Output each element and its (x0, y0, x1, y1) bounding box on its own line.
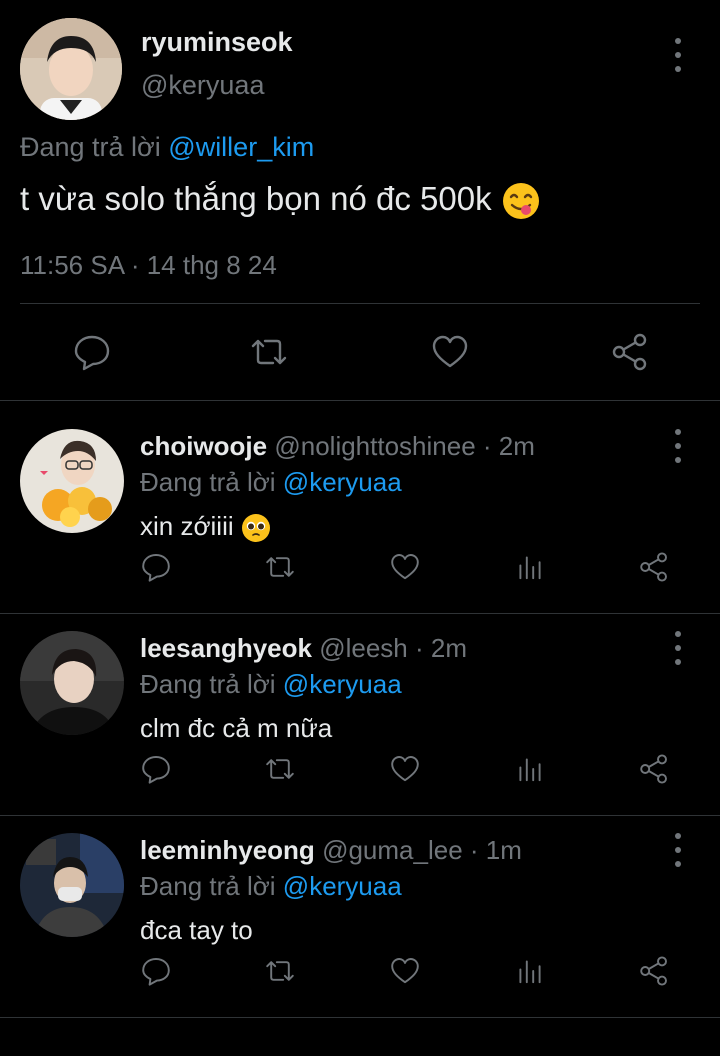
reply-display-name[interactable]: leeminhyeong (140, 835, 315, 865)
divider (0, 1017, 720, 1018)
reply-time[interactable]: · 1m (470, 835, 522, 865)
reply-display-name[interactable]: leesanghyeok (140, 633, 312, 663)
like-icon[interactable] (387, 953, 423, 989)
like-icon[interactable] (387, 549, 423, 585)
views-icon[interactable] (512, 751, 548, 787)
views-icon[interactable] (512, 953, 548, 989)
tweet-text: t vừa solo thắng bọn nó đc 500k (20, 180, 492, 217)
share-icon[interactable] (636, 549, 672, 585)
reply-header: choiwooje @nolighttoshinee · 2m (140, 431, 535, 462)
reply-text: xin zớiiii (140, 511, 234, 541)
reply-tweet[interactable]: leesanghyeok @leesh · 2m Đang trả lời @k… (0, 603, 720, 815)
replying-to-prefix: Đang trả lời (140, 669, 276, 699)
reply-tweet[interactable]: leeminhyeong @guma_lee · 1m Đang trả lời… (0, 805, 720, 1017)
pleading-face-emoji-icon (241, 513, 271, 544)
divider (20, 303, 700, 304)
more-options-icon[interactable] (666, 38, 690, 72)
reply-tweet[interactable]: choiwooje @nolighttoshinee · 2m Đang trả… (0, 401, 720, 613)
reply-display-name[interactable]: choiwooje (140, 431, 267, 461)
reply-text: clm đc cả m nữa (140, 713, 333, 743)
replying-to-prefix: Đang trả lời (140, 467, 276, 497)
replying-to-line: Đang trả lời @keryuaa (140, 467, 402, 498)
more-options-icon[interactable] (666, 429, 690, 463)
replying-to-prefix: Đang trả lời (20, 132, 161, 162)
author-handle[interactable]: @keryuaa (141, 70, 264, 101)
reply-header: leeminhyeong @guma_lee · 1m (140, 835, 522, 866)
reply-time[interactable]: · 2m (483, 431, 535, 461)
retweet-icon[interactable] (262, 751, 298, 787)
retweet-icon[interactable] (262, 953, 298, 989)
replying-to-mention[interactable]: @keryuaa (283, 669, 402, 699)
like-icon[interactable] (387, 751, 423, 787)
reply-text-line: xin zớiiii (140, 511, 271, 544)
reply-handle[interactable]: @leesh (319, 633, 408, 663)
replying-to-line: Đang trả lời @keryuaa (140, 871, 402, 902)
author-display-name[interactable]: ryuminseok (141, 27, 293, 58)
share-icon[interactable] (636, 953, 672, 989)
replying-to-mention[interactable]: @keryuaa (283, 467, 402, 497)
reply-avatar[interactable] (20, 631, 124, 735)
more-options-icon[interactable] (666, 631, 690, 665)
reply-time[interactable]: · 2m (415, 633, 467, 663)
face-savoring-food-emoji-icon (501, 181, 541, 221)
replying-to-line: Đang trả lời @keryuaa (140, 669, 402, 700)
reply-handle[interactable]: @guma_lee (322, 835, 463, 865)
like-icon[interactable] (428, 330, 472, 374)
reply-avatar[interactable] (20, 429, 124, 533)
reply-icon[interactable] (138, 751, 174, 787)
tweet-text-line: t vừa solo thắng bọn nó đc 500k (20, 180, 541, 221)
reply-header: leesanghyeok @leesh · 2m (140, 633, 467, 664)
retweet-icon[interactable] (262, 549, 298, 585)
views-icon[interactable] (512, 549, 548, 585)
retweet-icon[interactable] (247, 330, 291, 374)
reply-avatar[interactable] (20, 833, 124, 937)
share-icon[interactable] (636, 751, 672, 787)
replying-to-mention[interactable]: @keryuaa (283, 871, 402, 901)
reply-icon[interactable] (138, 549, 174, 585)
reply-icon[interactable] (138, 953, 174, 989)
share-icon[interactable] (608, 330, 652, 374)
tweet-timestamp[interactable]: 11:56 SA · 14 thg 8 24 (20, 250, 277, 281)
more-options-icon[interactable] (666, 833, 690, 867)
reply-handle[interactable]: @nolighttoshinee (274, 431, 475, 461)
author-avatar[interactable] (20, 18, 122, 120)
reply-text: đca tay to (140, 915, 253, 945)
replying-to-prefix: Đang trả lời (140, 871, 276, 901)
replying-to-mention[interactable]: @willer_kim (168, 132, 314, 162)
replying-to-line: Đang trả lời @willer_kim (20, 132, 314, 163)
reply-icon[interactable] (70, 330, 114, 374)
